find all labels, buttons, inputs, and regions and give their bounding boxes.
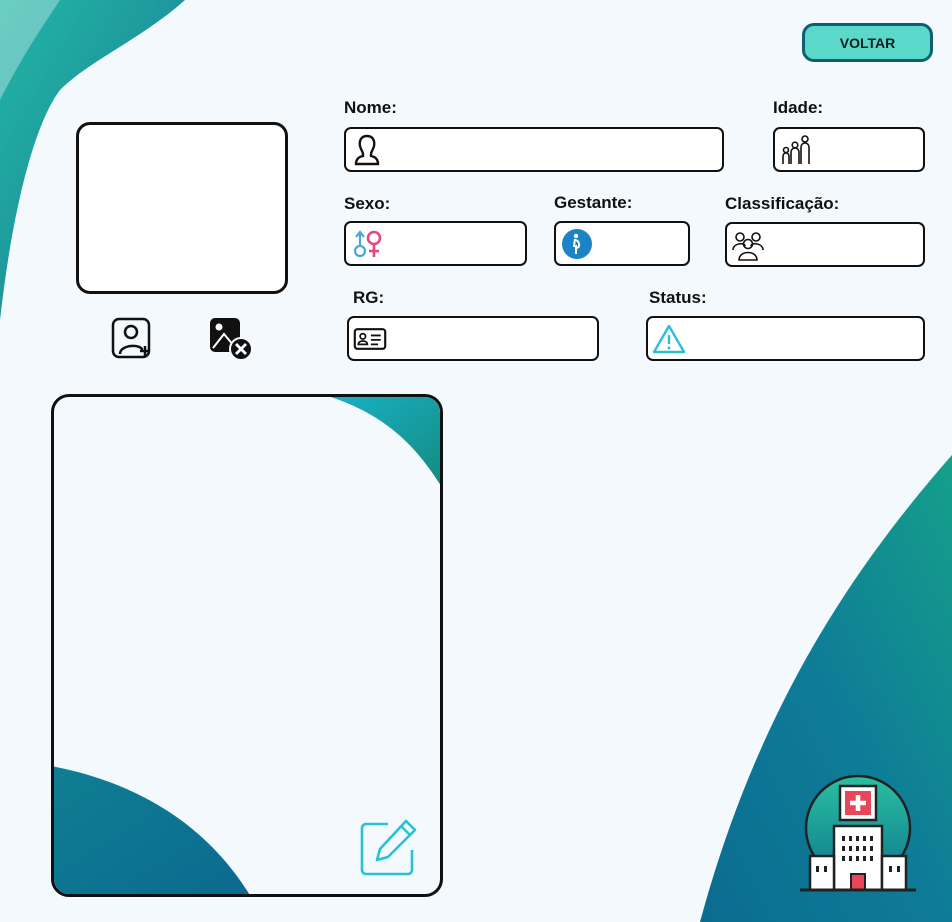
- classificacao-input[interactable]: [769, 223, 952, 266]
- idade-field[interactable]: [773, 127, 952, 172]
- gender-icon: [350, 227, 384, 261]
- status-input[interactable]: [690, 317, 923, 360]
- rg-input[interactable]: [391, 317, 597, 360]
- sexo-label: Sexo:: [344, 194, 391, 213]
- rg-field[interactable]: [347, 316, 599, 361]
- edit-icon[interactable]: [358, 818, 418, 878]
- add-user-icon[interactable]: [110, 316, 154, 360]
- idade-label: Idade:: [773, 98, 824, 117]
- group-icon: [731, 228, 765, 262]
- remove-image-icon[interactable]: [208, 316, 253, 361]
- classificacao-label: Classificação:: [725, 194, 840, 213]
- pregnant-icon: [560, 227, 594, 261]
- back-button[interactable]: VOLTAR: [802, 23, 933, 62]
- sexo-field[interactable]: [344, 221, 591, 266]
- family-age-icon: [779, 133, 813, 167]
- nome-field[interactable]: [344, 127, 724, 172]
- gestante-field[interactable]: [554, 221, 801, 266]
- photo-placeholder[interactable]: [76, 122, 288, 294]
- classificacao-field[interactable]: [725, 222, 952, 267]
- rg-label: RG:: [353, 288, 385, 307]
- nome-input[interactable]: [388, 128, 722, 171]
- status-label: Status:: [649, 288, 707, 307]
- idade-input[interactable]: [817, 128, 952, 171]
- status-field[interactable]: [646, 316, 925, 361]
- warning-icon: [652, 322, 686, 356]
- hospital-icon: [796, 770, 920, 894]
- person-icon: [350, 133, 384, 167]
- gestante-label: Gestante:: [554, 193, 633, 212]
- id-card-icon: [353, 322, 387, 356]
- nome-label: Nome:: [344, 98, 397, 117]
